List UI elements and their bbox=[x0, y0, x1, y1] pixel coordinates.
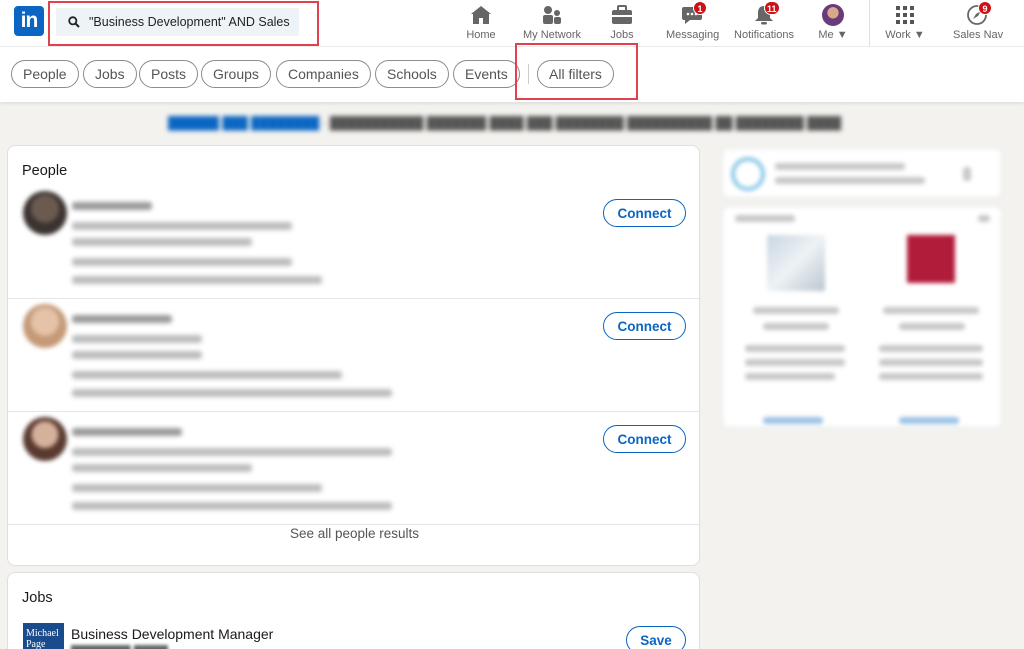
sales-nav-badge: 9 bbox=[978, 1, 992, 15]
blurred-text bbox=[72, 222, 292, 230]
nav-jobs[interactable]: Jobs bbox=[608, 3, 636, 41]
nav-me[interactable]: Me ▼ bbox=[818, 3, 848, 41]
person-result: Connect bbox=[8, 299, 701, 412]
filter-companies[interactable]: Companies bbox=[276, 60, 371, 88]
person-result: Connect bbox=[8, 412, 701, 525]
avatar bbox=[822, 4, 844, 26]
nav-home[interactable]: Home bbox=[464, 3, 498, 41]
people-results-card: People Connect Connect Connect See all p… bbox=[7, 145, 701, 566]
grid-icon bbox=[896, 6, 914, 24]
job-title-link[interactable]: Business Development Manager bbox=[71, 626, 273, 642]
jobs-results-card: Jobs Michael Page Business Development M… bbox=[7, 572, 700, 649]
blurred-text: ███████ ████ bbox=[71, 645, 168, 649]
blurred-text bbox=[72, 389, 392, 397]
filter-events[interactable]: Events bbox=[453, 60, 520, 88]
blurred-text bbox=[72, 502, 392, 510]
network-icon bbox=[543, 6, 561, 24]
nav-messaging[interactable]: 1 Messaging bbox=[666, 1, 719, 41]
briefcase-icon bbox=[612, 5, 632, 24]
linkedin-logo[interactable]: in bbox=[14, 6, 44, 36]
blurred-text bbox=[72, 238, 252, 246]
search-highlight-box bbox=[48, 1, 319, 46]
connect-button[interactable]: Connect bbox=[603, 199, 686, 227]
chevron-down-icon: ▼ bbox=[913, 29, 925, 41]
nav-work[interactable]: Work ▼ bbox=[885, 3, 925, 41]
nav-divider bbox=[869, 0, 870, 46]
blurred-promo-card bbox=[722, 148, 1002, 198]
filter-people[interactable]: People bbox=[11, 60, 79, 88]
jobs-section-title: Jobs bbox=[22, 590, 53, 606]
blurred-text bbox=[72, 428, 182, 436]
filter-jobs[interactable]: Jobs bbox=[83, 60, 137, 88]
blurred-text bbox=[72, 464, 252, 472]
search-filter-bar: People Jobs Posts Groups Companies Schoo… bbox=[0, 46, 1024, 102]
person-result: Connect bbox=[8, 186, 701, 299]
promo-icon bbox=[731, 157, 765, 191]
chevron-down-icon: ▼ bbox=[836, 29, 848, 41]
connect-button[interactable]: Connect bbox=[603, 312, 686, 340]
save-job-button[interactable]: Save bbox=[626, 626, 686, 649]
notifications-badge: 11 bbox=[764, 1, 780, 15]
nav-notifications[interactable]: 11 Notifications bbox=[733, 1, 795, 41]
blurred-text bbox=[72, 351, 202, 359]
blurred-text bbox=[72, 448, 392, 456]
person-avatar bbox=[23, 417, 67, 461]
company-logo: Michael Page bbox=[23, 623, 64, 649]
filter-groups[interactable]: Groups bbox=[201, 60, 271, 88]
blurred-text bbox=[72, 258, 292, 266]
person-avatar bbox=[23, 191, 67, 235]
filter-posts[interactable]: Posts bbox=[139, 60, 199, 88]
all-filters-highlight-box bbox=[515, 43, 638, 100]
nav-my-network[interactable]: My Network bbox=[521, 3, 583, 41]
blurred-promoted-card bbox=[722, 206, 1002, 428]
see-all-people-link[interactable]: See all people results bbox=[8, 526, 701, 541]
blurred-text bbox=[72, 315, 172, 323]
blurred-text bbox=[72, 335, 202, 343]
blurred-text bbox=[72, 371, 342, 379]
nav-sales-nav[interactable]: 9 Sales Nav bbox=[953, 1, 1003, 41]
filter-schools[interactable]: Schools bbox=[375, 60, 449, 88]
people-section-title: People bbox=[22, 163, 68, 179]
blurred-text bbox=[72, 276, 322, 284]
person-avatar bbox=[23, 304, 67, 348]
home-icon bbox=[471, 6, 491, 24]
blurred-ad-line: ██████ ███ ████████ · ███████████ ██████… bbox=[168, 116, 842, 130]
messaging-badge: 1 bbox=[693, 1, 707, 15]
blurred-text bbox=[72, 202, 152, 210]
blurred-text bbox=[72, 484, 322, 492]
connect-button[interactable]: Connect bbox=[603, 425, 686, 453]
